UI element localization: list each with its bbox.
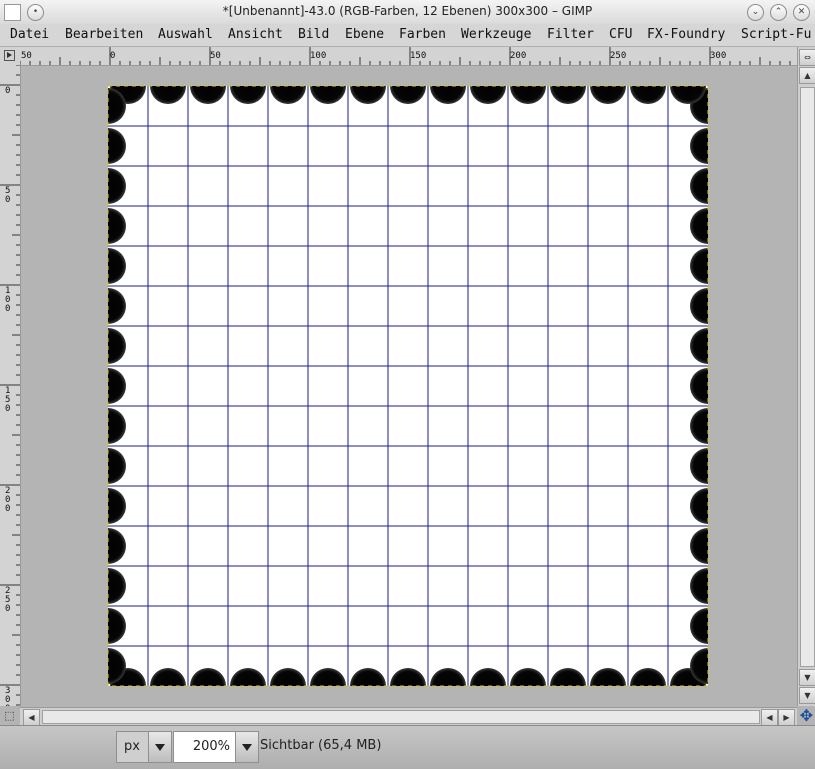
vruler-label: 150	[5, 386, 11, 414]
hruler-label: 50	[21, 51, 32, 61]
title-bar: • *[Unbenannt]-43.0 (RGB-Farben, 12 Eben…	[0, 0, 815, 25]
minimize-icon[interactable]: ⌄	[747, 4, 764, 21]
scroll-left-button[interactable]: ◀	[761, 709, 778, 726]
vertical-ruler[interactable]: 0 50 100 150 200 250 300	[0, 65, 21, 706]
hruler-label: 250	[610, 51, 627, 61]
ruler-corner[interactable]	[0, 47, 20, 66]
canvas-workspace[interactable]	[21, 66, 797, 706]
menu-bild[interactable]: Bild	[298, 27, 329, 42]
vertical-scroll-thumb[interactable]	[800, 87, 815, 667]
hruler-label: 150	[410, 51, 427, 61]
menu-ansicht[interactable]: Ansicht	[228, 27, 283, 42]
menu-bearbeiten[interactable]: Bearbeiten	[65, 27, 143, 42]
status-bar: px 200% Sichtbar (65,4 MB)	[0, 725, 815, 769]
scroll-right-button[interactable]: ▶	[778, 709, 795, 726]
horizontal-scroll-thumb[interactable]	[42, 710, 760, 724]
chevron-down-icon[interactable]	[235, 732, 258, 762]
window-title: *[Unbenannt]-43.0 (RGB-Farben, 12 Ebenen…	[222, 4, 593, 18]
horizontal-scrollbar[interactable]: ⬚ ◀ ◀ ▶ ✥	[4, 707, 813, 726]
hruler-label: 300	[710, 51, 727, 61]
vruler-label: 300	[5, 686, 11, 707]
vruler-label: 0	[5, 86, 11, 96]
menu-bar: Datei Bearbeiten Auswahl Ansicht Bild Eb…	[0, 24, 815, 47]
image-canvas[interactable]	[21, 66, 797, 706]
menu-filter[interactable]: Filter	[547, 27, 594, 42]
horizontal-ruler[interactable]: 50 0 50 100 150 200 250 300	[20, 47, 797, 66]
scroll-left-button[interactable]: ◀	[23, 709, 40, 726]
navigate-cross-icon[interactable]: ✥	[798, 708, 815, 725]
menu-datei[interactable]: Datei	[10, 27, 49, 42]
menu-farben[interactable]: Farben	[399, 27, 446, 42]
vruler-label: 200	[5, 486, 11, 514]
maximize-icon[interactable]: ⌃	[770, 4, 787, 21]
scroll-up-button[interactable]: ▲	[799, 67, 815, 84]
hruler-label: 0	[110, 51, 116, 61]
scroll-down-button[interactable]: ▼	[799, 669, 815, 686]
vruler-label: 250	[5, 586, 11, 614]
vertical-scrollbar[interactable]: ⇔ ▲ ▼ ▼	[797, 47, 815, 706]
zoom-fit-icon[interactable]: ⇔	[799, 49, 815, 66]
hruler-label: 100	[310, 51, 327, 61]
menu-cfu[interactable]: CFU	[609, 27, 632, 42]
menu-script-fu[interactable]: Script-Fu	[741, 27, 811, 42]
hruler-label: 200	[510, 51, 527, 61]
unit-value: px	[124, 739, 140, 754]
menu-arrow-icon[interactable]	[4, 50, 15, 61]
menu-auswahl[interactable]: Auswahl	[158, 27, 213, 42]
unit-select[interactable]: px	[116, 731, 172, 763]
image-background	[108, 86, 708, 686]
zoom-value: 200%	[192, 739, 230, 754]
vruler-label: 50	[5, 186, 11, 205]
menu-fx-foundry[interactable]: FX-Foundry	[647, 27, 725, 42]
vruler-label: 100	[5, 286, 11, 314]
chevron-down-icon[interactable]	[148, 732, 171, 762]
menu-werkzeuge[interactable]: Werkzeuge	[461, 27, 531, 42]
status-message: Sichtbar (65,4 MB)	[260, 738, 382, 753]
quickmask-icon[interactable]: ⬚	[2, 709, 17, 724]
hruler-ticks	[20, 47, 791, 65]
close-icon[interactable]: ✕	[793, 4, 810, 21]
scroll-down-button[interactable]: ▼	[799, 687, 815, 704]
zoom-select[interactable]: 200%	[173, 731, 259, 763]
menu-ebene[interactable]: Ebene	[345, 27, 384, 42]
hruler-label: 50	[210, 51, 221, 61]
